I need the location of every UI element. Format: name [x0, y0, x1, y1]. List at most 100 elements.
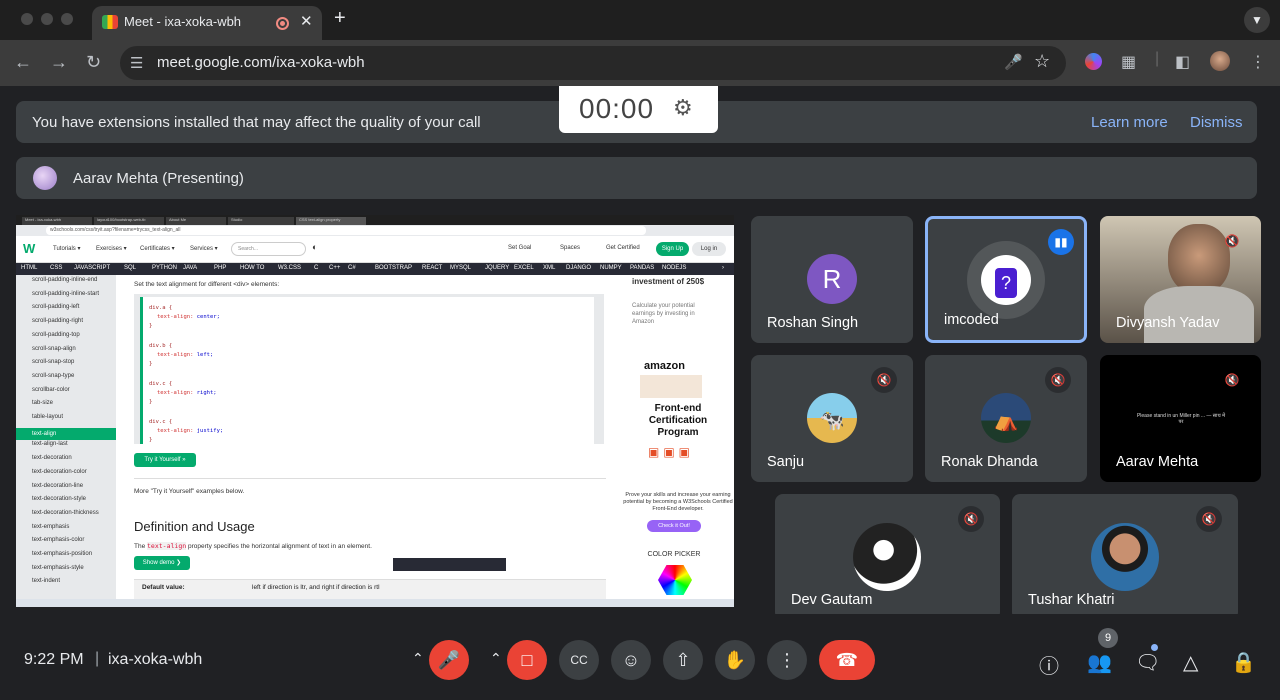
w3-menu-item: XML — [543, 265, 556, 271]
participant-tile-sanju[interactable]: 🐄 🔇 Sanju — [751, 355, 913, 482]
extensions-puzzle-icon[interactable]: ▦ — [1121, 52, 1136, 72]
mic-off-icon: 🔇 — [1224, 373, 1240, 387]
participant-name: Roshan Singh — [767, 315, 859, 331]
w3-sidebar-item: text-decoration-style — [32, 496, 87, 503]
w3-def-pre: The — [134, 543, 146, 550]
w3-default-value: left if direction is ltr, and right if d… — [252, 584, 380, 591]
back-arrow-icon[interactable]: ← — [14, 52, 32, 73]
learn-more-link[interactable]: Learn more — [1091, 114, 1168, 131]
chat-unread-dot — [1151, 644, 1158, 651]
w3-sidebar-item: text-emphasis — [32, 523, 70, 530]
address-bar[interactable]: ☰ meet.google.com/ixa-xoka-wbh 🎤 ☆ — [120, 46, 1066, 80]
aarav-screen-text: Please stand in un Miller pin ... — साथ … — [1136, 413, 1226, 425]
bar-divider: | — [95, 650, 100, 667]
window-minimize-dot[interactable] — [41, 13, 53, 25]
code-close-brace: } — [149, 361, 153, 367]
mic-toggle-button[interactable]: 🎤 — [429, 640, 469, 680]
presenter-label: Aarav Mehta (Presenting) — [73, 170, 244, 187]
shared-tab: About Me — [166, 217, 226, 225]
participant-tile-roshan[interactable]: R Roshan Singh — [751, 216, 913, 343]
gemini-extension-icon[interactable] — [1085, 53, 1102, 70]
participant-name: Sanju — [767, 454, 805, 470]
code-value: justify; — [196, 428, 224, 434]
mic-icon[interactable]: 🎤 — [1004, 53, 1023, 71]
browser-tab-meet[interactable]: Meet - ixa-xoka-wbh ✕ — [92, 6, 322, 40]
cow-avatar-icon: 🐄 — [819, 410, 845, 432]
w3-menu-item: CSS — [50, 265, 63, 271]
participant-tile-imcoded[interactable]: ? ▮▮ imcoded — [925, 216, 1087, 343]
w3-menu-item: HOW TO — [240, 265, 265, 271]
code-declaration: text-align: justify; — [157, 428, 223, 434]
participant-tile-ronak[interactable]: ⛺ 🔇 Ronak Dhanda — [925, 355, 1087, 482]
ad-sub: Calculate your potential earnings by inv… — [632, 303, 695, 325]
browser-menu-icon[interactable]: ⋮ — [1250, 52, 1266, 72]
participant-tile-tushar[interactable]: 🔇 Tushar Khatri — [1012, 494, 1238, 620]
w3-menu-item: JAVASCRIPT — [74, 265, 111, 271]
cert-title: Front-end Certification Program — [648, 403, 708, 438]
host-controls-lock-icon[interactable]: 🔒 — [1231, 650, 1256, 675]
shared-tab: Meet - ixa-xoka-wbh — [22, 217, 92, 225]
new-tab-button[interactable]: + — [334, 7, 346, 30]
meeting-details-info-icon[interactable]: ⓘ — [1039, 650, 1059, 679]
w3-try-it-button: Try it Yourself » — [134, 453, 196, 467]
timer-settings-gear-icon[interactable]: ⚙ — [673, 95, 693, 121]
banner-message: You have extensions installed that may a… — [32, 114, 481, 131]
video-options-chevron-icon[interactable]: ⌃ — [490, 650, 502, 667]
participant-tile-divyansh[interactable]: 🔇 Divyansh Yadav — [1100, 216, 1261, 343]
html-css-js-icons: ▣▣▣ — [648, 445, 695, 459]
color-picker-label: COLOR PICKER — [647, 551, 701, 558]
w3-menu-item: JAVA — [183, 265, 198, 271]
leave-call-button[interactable]: ☎ — [819, 640, 875, 680]
hand-icon: ✋ — [723, 650, 747, 670]
w3-menu-item: JQUERY — [485, 265, 510, 271]
tab-close-icon[interactable]: ✕ — [300, 12, 313, 30]
camera-toggle-button[interactable]: □ — [507, 640, 547, 680]
w3-menu-next-icon: › — [722, 265, 724, 271]
tab-search-chevron-icon[interactable]: ▼ — [1244, 7, 1270, 33]
more-options-button[interactable]: ⋮ — [767, 640, 807, 680]
forward-arrow-icon[interactable]: → — [50, 52, 68, 73]
reload-icon[interactable]: ↻ — [86, 52, 101, 73]
w3-definition-heading: Definition and Usage — [134, 519, 255, 534]
code-property: text-align: — [157, 352, 194, 358]
shared-url: w3schools.com/css/tryit.asp?filename=try… — [46, 226, 646, 235]
activities-icon[interactable]: △ — [1183, 650, 1198, 675]
w3-menu-item: PANDAS — [630, 265, 655, 271]
participant-name: Tushar Khatri — [1028, 592, 1115, 608]
w3-menu-item: PYTHON — [152, 265, 178, 271]
code-property: text-align: — [157, 390, 194, 396]
chat-icon[interactable]: 🗨 — [1135, 650, 1160, 675]
code-property: text-align: — [157, 428, 194, 434]
w3-sidebar-item: text-decoration-line — [32, 482, 84, 489]
w3-notification-toast — [393, 558, 506, 571]
present-screen-icon: ⇧ — [675, 650, 691, 670]
side-panel-icon[interactable]: ◧ — [1175, 52, 1190, 72]
profile-avatar[interactable] — [1210, 51, 1230, 71]
w3-sidebar-item: scroll-padding-left — [32, 304, 80, 311]
people-icon[interactable]: 👥 — [1087, 650, 1112, 675]
url-text[interactable]: meet.google.com/ixa-xoka-wbh — [157, 54, 365, 71]
window-maximize-dot[interactable] — [61, 13, 73, 25]
audio-options-chevron-icon[interactable]: ⌃ — [412, 650, 424, 667]
meet-control-bar: 9:22 PM | ixa-xoka-wbh ⌃ 🎤 ⌃ □ CC ☺ ⇧ ✋ … — [0, 614, 1280, 700]
site-info-icon[interactable]: ☰ — [130, 54, 143, 72]
cert-check-button: Check it Out! — [647, 520, 701, 532]
dismiss-button[interactable]: Dismiss — [1190, 114, 1243, 131]
w3-sidebar-item: scrollbar-color — [32, 386, 70, 393]
reactions-button[interactable]: ☺ — [611, 640, 651, 680]
w3-sidebar-item: tab-size — [32, 400, 54, 407]
participant-tile-aarav[interactable]: Please stand in un Miller pin ... — साथ … — [1100, 355, 1261, 482]
w3-more-text: More "Try it Yourself" examples below. — [134, 488, 245, 495]
bookmark-star-icon[interactable]: ☆ — [1034, 51, 1050, 72]
window-close-dot[interactable] — [21, 13, 33, 25]
present-button[interactable]: ⇧ — [663, 640, 703, 680]
code-close-brace: } — [149, 399, 153, 405]
w3-sidebar-item: scroll-snap-type — [32, 372, 75, 379]
shared-tab-strip: Meet - ixa-xoka-wbh layout100/bootstrap-… — [16, 215, 734, 225]
captions-button[interactable]: CC — [559, 640, 599, 680]
speaking-indicator-icon: ▮▮ — [1048, 229, 1074, 255]
w3-nav-item: Exercises ▾ — [96, 246, 127, 252]
participant-tile-dev[interactable]: 🔇 Dev Gautam — [775, 494, 1000, 620]
raise-hand-button[interactable]: ✋ — [715, 640, 755, 680]
cert-ad: Front-end Certification Program ▣▣▣ — [622, 403, 734, 489]
